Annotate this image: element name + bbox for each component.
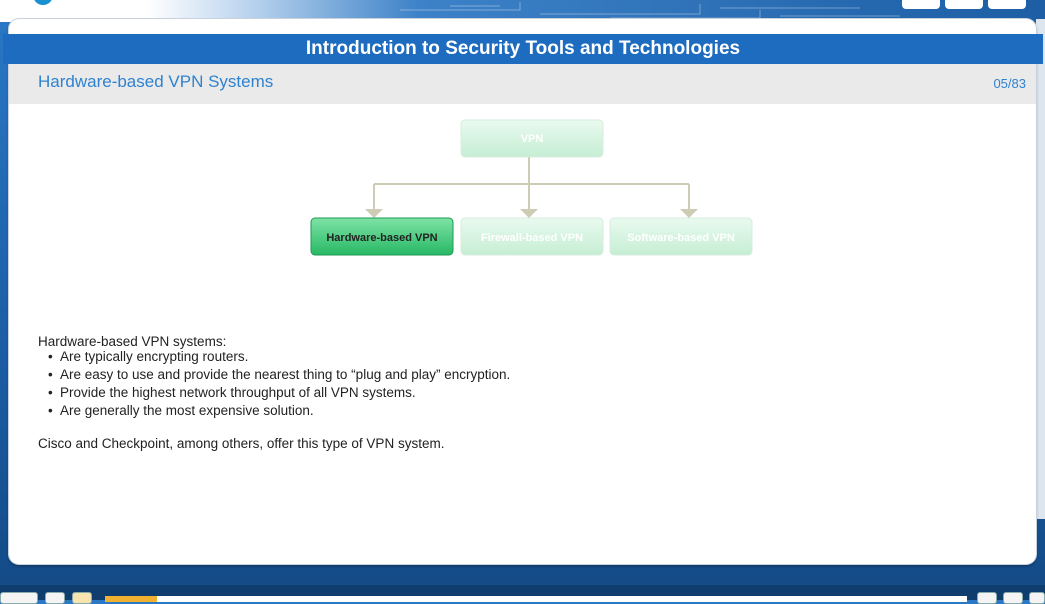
bullet-list: • Are typically encrypting routers. • Are … [38,348,510,420]
top-button-1[interactable] [902,0,940,9]
bullet-item: • Are easy to use and provide the nearest… [48,367,511,382]
right-edge [1036,19,1045,519]
bullet-item: • Are generally the most expensive soluti… [48,403,314,418]
help-button[interactable] [1003,592,1023,604]
nav-back-button[interactable] [45,592,65,604]
vpn-diagram: VPN Hardware-based VPN Firewall-based VP… [310,119,753,256]
diagram-connectors [373,157,690,211]
node-software-label: Software-based VPN [627,232,735,244]
bullet-item: • Are typically encrypting routers. [48,349,249,364]
node-root-label: VPN [521,133,544,145]
arrow-right [680,209,698,218]
progress-track[interactable] [105,596,967,602]
bullet-item: • Provide the highest network throughput … [48,385,416,400]
slide-body: Hardware-based VPN systems: • Are typical… [38,333,510,453]
close-button[interactable] [1029,592,1045,604]
page-indicator: 05/83 [993,76,1026,91]
progress-fill [105,596,157,602]
slide-frame: Hardware-based VPN Systems 05/83 VPN Har… [9,19,1036,564]
arrow-left [365,209,383,218]
slide-subtitle: Hardware-based VPN Systems [38,72,274,91]
top-button-3[interactable] [988,0,1026,9]
node-hardware-label: Hardware-based VPN [326,232,437,244]
nav-forward-button[interactable] [72,592,92,604]
node-firewall-label: Firewall-based VPN [481,232,583,244]
top-button-2[interactable] [945,0,983,9]
arrow-middle [520,209,538,218]
body-closing: Cisco and Checkpoint, among others, offe… [38,436,445,451]
menu-button[interactable] [0,592,38,604]
course-title: Introduction to Security Tools and Techn… [3,34,1043,64]
info-button[interactable] [977,592,997,604]
